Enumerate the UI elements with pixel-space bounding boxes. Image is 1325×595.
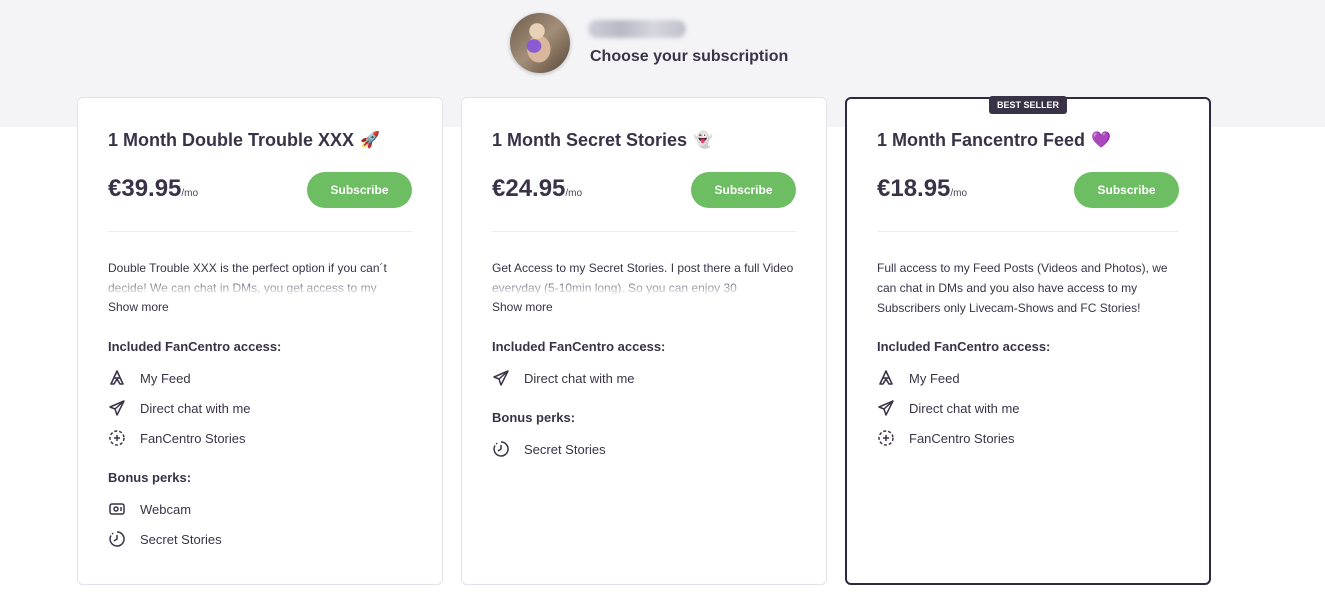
rocket-icon: 🚀 <box>360 132 380 149</box>
included-access-heading: Included FanCentro access: <box>108 339 282 354</box>
perk-direct-chat: Direct chat with me <box>492 368 635 388</box>
plan-description: Double Trouble XXX is the perfect option… <box>108 258 412 296</box>
clock-icon <box>109 531 125 547</box>
included-access-heading: Included FanCentro access: <box>877 339 1051 354</box>
plan-card-secret-stories: 1 Month Secret Stories 👻 €24.95/mo Subscr… <box>461 97 827 585</box>
ghost-icon: 👻 <box>693 132 713 149</box>
stories-icon <box>109 430 125 446</box>
perk-my-feed: My Feed <box>108 368 191 388</box>
page-subtitle: Choose your subscription <box>590 48 789 65</box>
bonus-perks-heading: Bonus perks: <box>108 470 192 485</box>
plan-price: €18.95/mo <box>877 175 968 202</box>
subscribe-button[interactable]: Subscribe <box>1074 172 1179 208</box>
plan-title: 1 Month Double Trouble XXX 🚀 <box>108 130 380 150</box>
divider <box>492 231 796 232</box>
divider <box>108 231 412 232</box>
show-more-link[interactable]: Show more <box>492 300 553 314</box>
feed-icon <box>110 370 124 385</box>
clock-icon <box>493 441 509 457</box>
plan-price: €24.95/mo <box>492 175 583 202</box>
best-seller-badge: BEST SELLER <box>988 96 1068 114</box>
bonus-perks-heading: Bonus perks: <box>492 410 576 425</box>
plan-title: 1 Month Fancentro Feed 💜 <box>877 130 1111 150</box>
webcam-icon <box>109 503 125 515</box>
plan-card-double-trouble: 1 Month Double Trouble XXX 🚀 €39.95/mo Su… <box>77 97 443 585</box>
plan-card-fancentro-feed: BEST SELLER 1 Month Fancentro Feed 💜 €18.… <box>845 96 1211 585</box>
perk-fancentro-stories: FanCentro Stories <box>877 428 1015 448</box>
perk-webcam: Webcam <box>108 499 191 519</box>
plan-price: €39.95/mo <box>108 175 199 202</box>
show-more-link[interactable]: Show more <box>108 300 169 314</box>
perk-fancentro-stories: FanCentro Stories <box>108 428 246 448</box>
purple-heart-icon: 💜 <box>1091 132 1111 149</box>
paper-plane-icon <box>493 370 509 386</box>
perk-direct-chat: Direct chat with me <box>108 398 251 418</box>
paper-plane-icon <box>878 400 894 416</box>
included-access-heading: Included FanCentro access: <box>492 339 666 354</box>
perk-my-feed: My Feed <box>877 368 960 388</box>
feed-icon <box>879 370 893 385</box>
plan-description: Get Access to my Secret Stories. I post … <box>492 258 796 296</box>
subscribe-button[interactable]: Subscribe <box>307 172 412 208</box>
plan-title: 1 Month Secret Stories 👻 <box>492 130 713 150</box>
avatar[interactable] <box>510 13 570 73</box>
paper-plane-icon <box>109 400 125 416</box>
divider <box>877 231 1179 232</box>
perk-secret-stories: Secret Stories <box>492 439 606 459</box>
stories-icon <box>878 430 894 446</box>
perk-secret-stories: Secret Stories <box>108 529 222 549</box>
subscribe-button[interactable]: Subscribe <box>691 172 796 208</box>
plan-description: Full access to my Feed Posts (Videos and… <box>877 261 1168 315</box>
perk-direct-chat: Direct chat with me <box>877 398 1020 418</box>
username-blurred <box>588 20 686 38</box>
